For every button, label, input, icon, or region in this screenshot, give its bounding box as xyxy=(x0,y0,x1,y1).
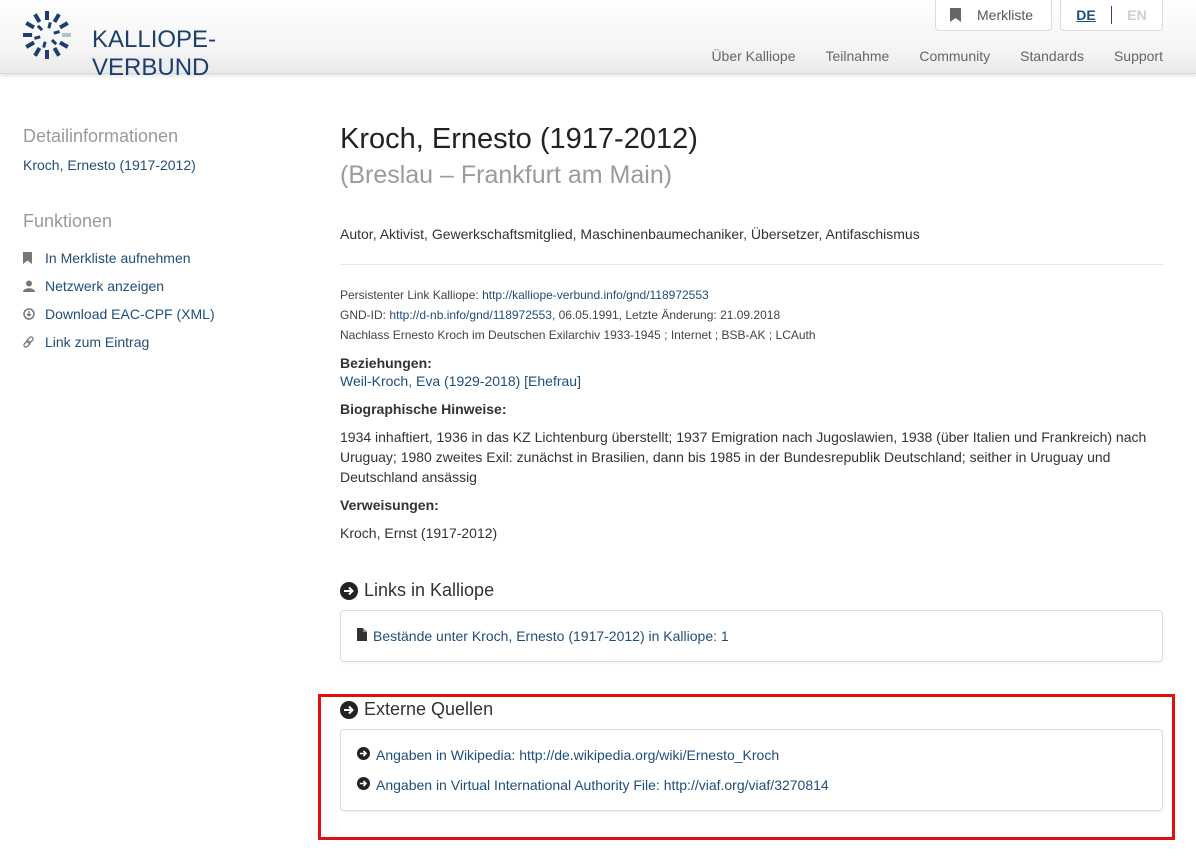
links-heading: Links in Kalliope xyxy=(340,580,1163,601)
page-subtitle: (Breslau – Frankfurt am Main) xyxy=(340,161,673,189)
occupations: Autor, Aktivist, Gewerkschaftsmitglied, … xyxy=(340,226,920,242)
relations-value: Weil-Kroch, Eva (1929-2018) [Ehefrau] xyxy=(340,371,1163,391)
site-header: KALLIOPE-VERBUND Merkliste DE EN Über Ka… xyxy=(0,0,1196,81)
logo-mark-icon xyxy=(23,11,71,59)
nav-item-standards[interactable]: Standards xyxy=(1020,48,1084,64)
nav-item-community[interactable]: Community xyxy=(919,48,990,64)
persistent-link-label: Persistenter Link Kalliope: xyxy=(340,288,483,302)
meta-block: Persistenter Link Kalliope: http://kalli… xyxy=(340,285,1163,345)
function-label[interactable]: Link zum Eintrag xyxy=(45,334,149,350)
sidebar: Detailinformationen Kroch, Ernesto (1917… xyxy=(23,126,283,350)
sources-line: Nachlass Ernesto Kroch im Deutschen Exil… xyxy=(340,328,816,342)
gnd-row: GND-ID: http://d-nb.info/gnd/118972553, … xyxy=(340,305,1163,325)
function-add-to-merkliste[interactable]: In Merkliste aufnehmen xyxy=(23,244,215,272)
divider xyxy=(340,264,1163,265)
nav-item-ueber-kalliope[interactable]: Über Kalliope xyxy=(711,48,795,64)
bio-text: 1934 inhaftiert, 1936 in das KZ Lichtenb… xyxy=(340,429,1147,485)
gnd-link[interactable]: http://d-nb.info/gnd/118972553 xyxy=(389,308,552,322)
nav-item-support[interactable]: Support xyxy=(1114,48,1163,64)
merkliste-button[interactable]: Merkliste xyxy=(935,0,1052,31)
function-label[interactable]: Netzwerk anzeigen xyxy=(45,278,164,294)
logo-text: KALLIOPE-VERBUND xyxy=(92,26,217,81)
links-heading-text: Links in Kalliope xyxy=(364,580,495,600)
download-icon xyxy=(23,308,45,320)
language-switcher: DE EN xyxy=(1060,0,1163,31)
gnd-label: GND-ID: xyxy=(340,308,390,322)
detail-heading: Detailinformationen xyxy=(23,126,179,146)
function-download-eac[interactable]: Download EAC-CPF (XML) xyxy=(23,300,215,328)
main-nav: Über Kalliope Teilnahme Community Standa… xyxy=(681,48,1163,64)
detail-person-link[interactable]: Kroch, Ernesto (1917-2012) xyxy=(23,157,283,173)
merkliste-label: Merkliste xyxy=(977,7,1034,23)
arrow-circle-icon xyxy=(340,581,358,600)
functions-list: In Merkliste aufnehmen Netzwerk anzeigen… xyxy=(23,244,215,356)
refs-label: Verweisungen: xyxy=(340,497,439,513)
bookmark-icon xyxy=(950,8,961,22)
page-title: Kroch, Ernesto (1917-2012) xyxy=(340,123,698,155)
function-label[interactable]: In Merkliste aufnehmen xyxy=(45,250,191,266)
function-show-network[interactable]: Netzwerk anzeigen xyxy=(23,272,215,300)
language-en-link[interactable]: EN xyxy=(1112,7,1162,23)
links-item[interactable]: Bestände unter Kroch, Ernesto (1917-2012… xyxy=(357,621,729,651)
persistent-link-row: Persistenter Link Kalliope: http://kalli… xyxy=(340,285,1163,305)
function-label[interactable]: Download EAC-CPF (XML) xyxy=(45,306,215,322)
persistent-link[interactable]: http://kalliope-verbund.info/gnd/1189725… xyxy=(482,288,709,302)
bio-label: Biographische Hinweise: xyxy=(340,401,507,417)
language-de-link[interactable]: DE xyxy=(1061,7,1111,23)
relations-label: Beziehungen: xyxy=(340,355,432,371)
highlight-box xyxy=(318,694,1175,840)
kalliope-logo[interactable]: KALLIOPE-VERBUND xyxy=(22,8,292,81)
bookmark-icon xyxy=(23,252,45,264)
link-icon xyxy=(23,336,45,348)
gnd-suffix: , 06.05.1991, Letzte Änderung: 21.09.201… xyxy=(551,308,781,322)
function-link-entry[interactable]: Link zum Eintrag xyxy=(23,328,215,356)
relation-link[interactable]: Weil-Kroch, Eva (1929-2018) [Ehefrau] xyxy=(340,373,581,389)
links-panel: Bestände unter Kroch, Ernesto (1917-2012… xyxy=(340,610,1163,662)
document-icon xyxy=(357,628,367,644)
links-item-link[interactable]: Bestände unter Kroch, Ernesto (1917-2012… xyxy=(373,628,729,644)
nav-item-teilnahme[interactable]: Teilnahme xyxy=(826,48,890,64)
functions-heading: Funktionen xyxy=(23,211,113,231)
user-icon xyxy=(23,280,45,292)
refs-text: Kroch, Ernst (1917-2012) xyxy=(340,525,498,541)
